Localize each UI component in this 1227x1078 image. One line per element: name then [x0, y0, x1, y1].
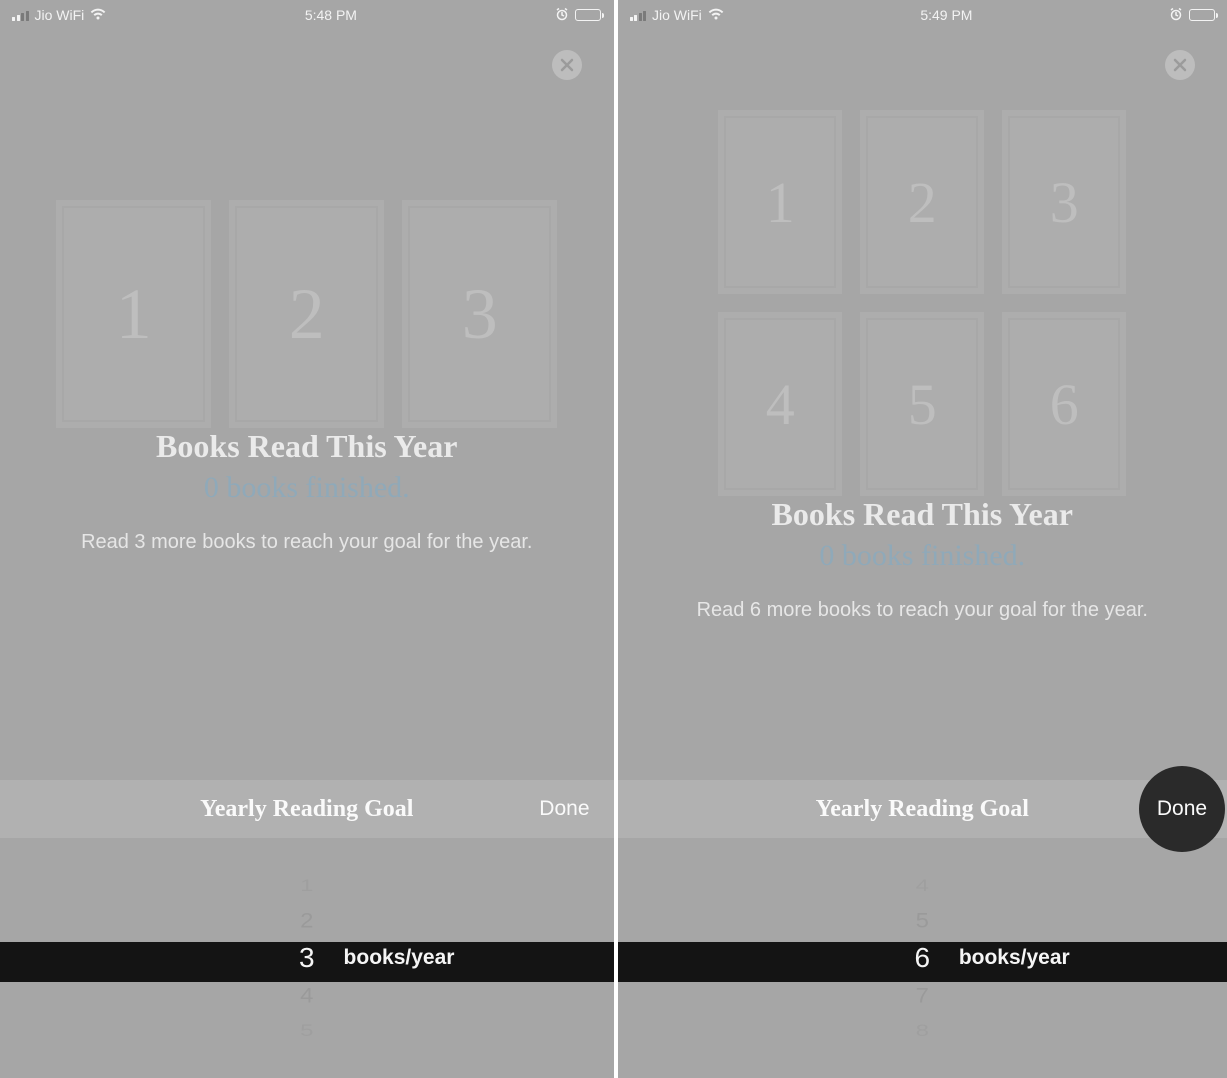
picker-option[interactable]: 5 — [0, 1018, 614, 1043]
wifi-icon — [708, 7, 724, 23]
books-finished-count: 0 books finished. — [819, 539, 1025, 573]
screen-right: Jio WiFi 5:49 PM 1 2 3 4 5 6 Books Read … — [614, 0, 1227, 1078]
book-grid: 1 2 3 — [56, 200, 557, 428]
page-title: Books Read This Year — [772, 496, 1073, 533]
picker-title: Yearly Reading Goal — [200, 796, 413, 823]
close-button[interactable] — [1165, 50, 1195, 80]
carrier-label: Jio WiFi — [652, 7, 702, 23]
book-slot: 6 — [1002, 312, 1126, 496]
picker-option[interactable]: 4 — [0, 980, 614, 1012]
content-area: 1 2 3 Books Read This Year 0 books finis… — [0, 30, 614, 780]
picker-option[interactable]: 2 — [0, 905, 614, 937]
status-bar: Jio WiFi 5:49 PM — [618, 0, 1227, 30]
book-slot: 3 — [402, 200, 557, 428]
signal-icon — [630, 10, 647, 21]
picker-option[interactable]: 7 — [618, 980, 1227, 1012]
picker-option-selected[interactable]: 3 books/year — [0, 938, 614, 978]
page-title: Books Read This Year — [156, 428, 457, 465]
picker-unit: books/year — [959, 938, 1070, 978]
book-slot: 2 — [860, 110, 984, 294]
books-finished-count: 0 books finished. — [204, 471, 410, 505]
book-slot: 1 — [718, 110, 842, 294]
goal-picker[interactable]: 4 5 6 books/year 7 8 — [618, 838, 1227, 1078]
alarm-icon — [555, 7, 569, 24]
clock-time: 5:49 PM — [920, 7, 972, 23]
book-slot: 1 — [56, 200, 211, 428]
picker-option[interactable]: 5 — [618, 905, 1227, 937]
wifi-icon — [90, 7, 106, 23]
carrier-label: Jio WiFi — [35, 7, 85, 23]
book-slot: 4 — [718, 312, 842, 496]
done-button[interactable]: Done — [1139, 766, 1225, 852]
picker-option[interactable]: 4 — [618, 873, 1227, 898]
done-button[interactable]: Done — [539, 797, 589, 821]
signal-icon — [12, 10, 29, 21]
picker-header: Yearly Reading Goal Done — [618, 780, 1227, 838]
alarm-icon — [1169, 7, 1183, 24]
picker-option[interactable]: 1 — [0, 873, 614, 898]
book-slot: 3 — [1002, 110, 1126, 294]
goal-picker[interactable]: 1 2 3 books/year 4 5 — [0, 838, 614, 1078]
battery-icon — [575, 9, 601, 21]
clock-time: 5:48 PM — [305, 7, 357, 23]
goal-hint: Read 6 more books to reach your goal for… — [697, 599, 1148, 622]
picker-header: Yearly Reading Goal Done — [0, 780, 614, 838]
book-slot: 5 — [860, 312, 984, 496]
book-slot: 2 — [229, 200, 384, 428]
book-grid: 1 2 3 4 5 6 — [718, 110, 1126, 496]
screen-left: Jio WiFi 5:48 PM 1 2 3 Books Read This Y… — [0, 0, 614, 1078]
goal-hint: Read 3 more books to reach your goal for… — [81, 531, 532, 554]
close-button[interactable] — [552, 50, 582, 80]
battery-icon — [1189, 9, 1215, 21]
picker-unit: books/year — [344, 938, 455, 978]
picker-title: Yearly Reading Goal — [816, 796, 1029, 823]
content-area: 1 2 3 4 5 6 Books Read This Year 0 books… — [618, 30, 1227, 780]
status-bar: Jio WiFi 5:48 PM — [0, 0, 614, 30]
picker-option-selected[interactable]: 6 books/year — [618, 938, 1227, 978]
picker-option[interactable]: 8 — [618, 1018, 1227, 1043]
